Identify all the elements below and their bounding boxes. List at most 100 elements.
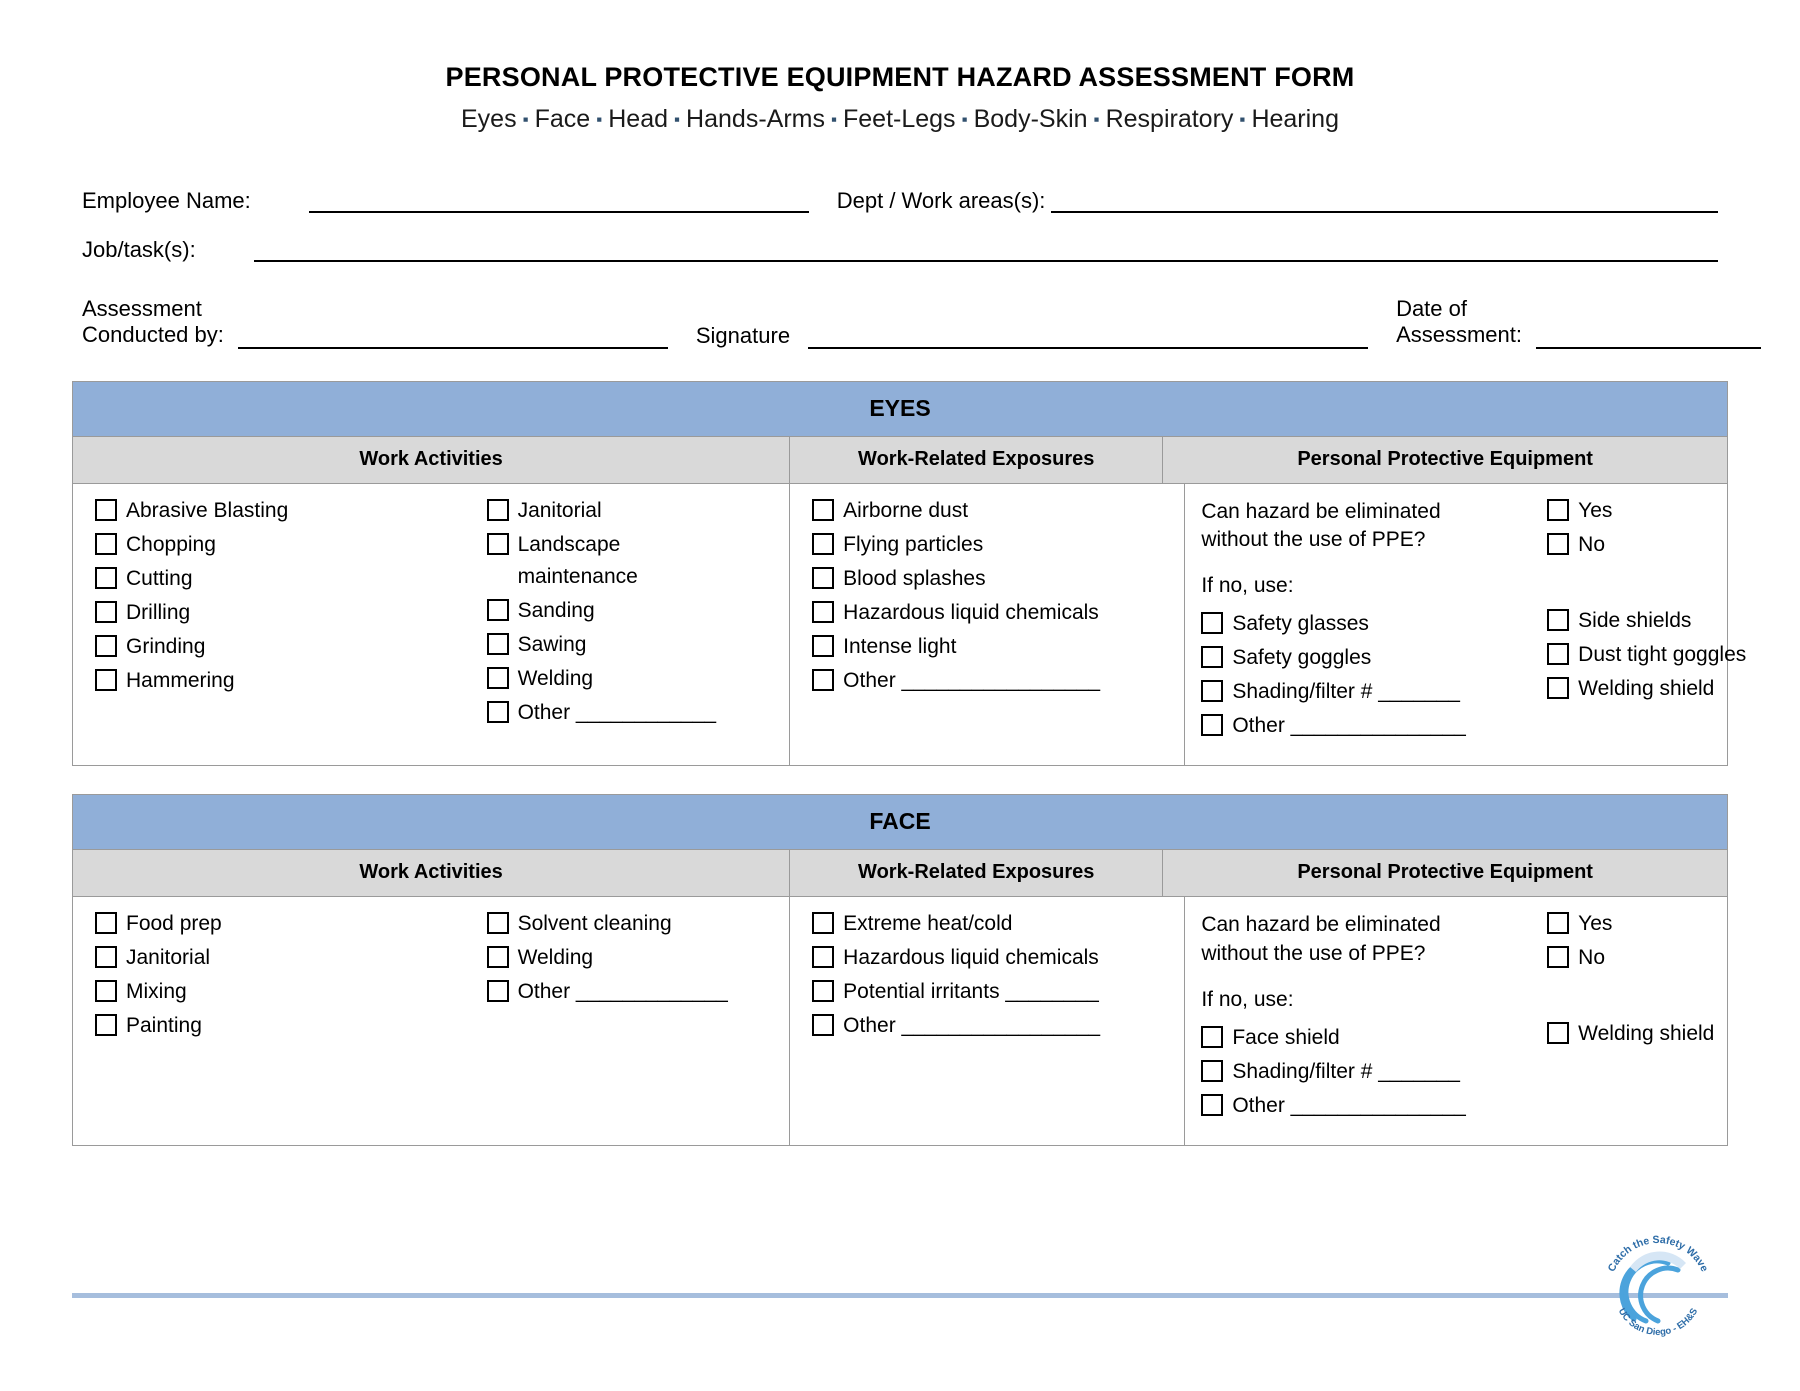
checkbox-icon[interactable]: [486, 980, 509, 1003]
ppe-no-eyes-row[interactable]: No: [1547, 532, 1746, 555]
ppe-face-row[interactable]: Other _______________: [1201, 1093, 1537, 1117]
exposure-face-row[interactable]: Potential irritants ________: [812, 979, 1184, 1003]
assessment-conducted-by-input[interactable]: [237, 322, 668, 349]
employee-name-input[interactable]: [308, 186, 809, 213]
activity-eyes-row[interactable]: Grinding: [95, 634, 475, 657]
activity-face-row[interactable]: Janitorial: [95, 945, 475, 969]
ppe-eyes-row[interactable]: Welding shield: [1547, 676, 1746, 699]
checkbox-icon[interactable]: [1547, 946, 1570, 969]
uc-san-diego-ehs-logo: Catch the Safety Wave UC San Diego - EH&…: [1594, 1223, 1722, 1351]
activity-eyes-row[interactable]: Hammering: [95, 668, 475, 691]
checkbox-icon[interactable]: [486, 532, 509, 555]
checkbox-icon[interactable]: [95, 498, 117, 521]
activity-face-row[interactable]: Food prep: [95, 911, 475, 935]
activity-eyes-row[interactable]: Sawing: [486, 632, 790, 655]
checkbox-icon[interactable]: [812, 498, 835, 521]
ppe-if-no-label-eyes: If no, use:: [1201, 574, 1294, 598]
activity-face-row[interactable]: Other _____________: [486, 979, 790, 1003]
ppe-no-face-row[interactable]: No: [1547, 945, 1727, 969]
checkbox-icon[interactable]: [95, 1014, 117, 1037]
checkbox-icon[interactable]: [1547, 676, 1570, 699]
activity-eyes-row[interactable]: Welding: [486, 666, 790, 689]
checkbox-icon[interactable]: [812, 980, 835, 1003]
checkbox-icon[interactable]: [1547, 912, 1570, 935]
activity-eyes-row[interactable]: Sanding: [486, 598, 790, 621]
exposure-face-row[interactable]: Other _________________: [812, 1013, 1184, 1037]
exposure-eyes-row[interactable]: Intense light: [812, 634, 1184, 657]
checkbox-icon[interactable]: [95, 980, 117, 1003]
checkbox-icon[interactable]: [95, 566, 117, 589]
activity-eyes-row[interactable]: Abrasive Blasting: [95, 498, 475, 521]
exposure-face-row[interactable]: Hazardous liquid chemicals: [812, 945, 1184, 969]
ppe-yes-face-row[interactable]: Yes: [1547, 911, 1727, 935]
activity-face-row[interactable]: Mixing: [95, 979, 475, 1003]
checkbox-icon[interactable]: [486, 666, 509, 689]
checkbox-icon[interactable]: [812, 600, 835, 623]
checkbox-icon[interactable]: [1201, 680, 1224, 703]
activity-eyes-row[interactable]: Drilling: [95, 600, 475, 623]
checkbox-icon[interactable]: [1201, 612, 1224, 635]
checkbox-icon[interactable]: [1547, 532, 1570, 555]
checkbox-icon[interactable]: [95, 668, 117, 691]
checkbox-icon[interactable]: [1547, 1022, 1570, 1045]
activity-eyes-row[interactable]: Other ____________: [486, 700, 790, 723]
ppe-eyes-row[interactable]: Safety glasses: [1201, 611, 1537, 635]
activity-eyes-row[interactable]: Janitorial: [486, 498, 790, 521]
checkbox-icon[interactable]: [95, 634, 117, 657]
ppe-face-row[interactable]: Shading/filter # _______: [1201, 1059, 1537, 1083]
date-of-assessment-input[interactable]: [1536, 322, 1761, 349]
exposure-eyes-row[interactable]: Other _________________: [812, 668, 1184, 691]
checkbox-icon[interactable]: [812, 532, 835, 555]
checkbox-icon[interactable]: [486, 912, 509, 935]
checkbox-icon[interactable]: [486, 498, 509, 521]
activity-face-row[interactable]: Welding: [486, 945, 790, 969]
checkbox-icon[interactable]: [95, 600, 117, 623]
exposure-eyes-row[interactable]: Blood splashes: [812, 566, 1184, 589]
checkbox-icon[interactable]: [1547, 642, 1570, 665]
checkbox-icon[interactable]: [486, 598, 509, 621]
checkbox-icon[interactable]: [812, 1014, 835, 1037]
ppe-eyes-row[interactable]: Other _______________: [1201, 713, 1537, 737]
ppe-face-row[interactable]: Face shield: [1201, 1025, 1537, 1049]
checkbox-icon[interactable]: [95, 912, 117, 935]
checkbox-icon[interactable]: [1201, 1026, 1224, 1049]
activity-eyes-row[interactable]: Cutting: [95, 566, 475, 589]
activity-eyes-row[interactable]: Chopping: [95, 532, 475, 555]
dept-work-areas-input[interactable]: [1051, 186, 1718, 213]
ppe-yes-eyes-row[interactable]: Yes: [1547, 498, 1746, 521]
checkbox-icon[interactable]: [95, 532, 117, 555]
checkbox-icon[interactable]: [812, 566, 835, 589]
exposure-eyes-row[interactable]: Hazardous liquid chemicals: [812, 600, 1184, 623]
ppe-face-row[interactable]: Welding shield: [1547, 1021, 1727, 1046]
exposure-eyes-row[interactable]: Airborne dust: [812, 498, 1184, 521]
checkbox-icon[interactable]: [1547, 498, 1570, 521]
ppe-eyes-row[interactable]: Side shields: [1547, 608, 1746, 631]
checkbox-icon[interactable]: [486, 946, 509, 969]
subtitle-item-respiratory: Respiratory: [1105, 105, 1234, 133]
signature-input[interactable]: [808, 322, 1369, 349]
activity-eyes-row[interactable]: Landscape: [486, 532, 790, 555]
ppe-eyes-row[interactable]: Shading/filter # _______: [1201, 679, 1537, 703]
checkbox-icon[interactable]: [1201, 646, 1224, 669]
checkbox-icon[interactable]: [812, 668, 835, 691]
checkbox-icon[interactable]: [812, 634, 835, 657]
ppe-eyes-row[interactable]: Safety goggles: [1201, 645, 1537, 669]
activity-face-row[interactable]: Painting: [95, 1013, 475, 1037]
checkbox-icon[interactable]: [1201, 714, 1224, 737]
checkbox-icon[interactable]: [95, 946, 117, 969]
exposure-face-row[interactable]: Extreme heat/cold: [812, 911, 1184, 935]
checkbox-icon[interactable]: [1547, 608, 1570, 631]
ppe-face-label: Welding shield: [1578, 1022, 1715, 1046]
checkbox-icon[interactable]: [812, 912, 835, 935]
ppe-no-eyes-label: No: [1578, 532, 1606, 556]
checkbox-icon[interactable]: [1201, 1060, 1224, 1083]
ppe-eyes-row[interactable]: Dust tight goggles: [1547, 642, 1746, 665]
checkbox-icon[interactable]: [812, 946, 835, 969]
job-tasks-input[interactable]: [253, 235, 1718, 262]
exposure-eyes-row[interactable]: Flying particles: [812, 532, 1184, 555]
checkbox-icon[interactable]: [486, 632, 509, 655]
checkbox-icon[interactable]: [1201, 1094, 1224, 1117]
activity-face-row[interactable]: Solvent cleaning: [486, 911, 790, 935]
checkbox-icon[interactable]: [486, 700, 509, 723]
subtitle-separator: ▪: [674, 110, 681, 130]
